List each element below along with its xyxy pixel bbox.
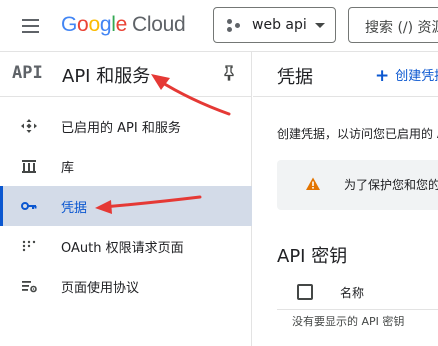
page-description: 创建凭据，以访问您已启用的 API。 [277,127,438,141]
sidebar: API API 和服务 已启用的 API 和服务 库 凭据 OAuth 权限请求… [0,52,252,346]
sidebar-item-label: 凭据 [61,201,88,216]
create-credentials-button[interactable]: + 创建凭据 [375,65,438,86]
warning-banner: 为了保护您和您的用户 [277,160,438,210]
api-keys-heading: API 密钥 [277,246,348,267]
sidebar-item-label: 库 [61,161,75,176]
search-placeholder: 搜索 (/) 资源 [365,20,438,36]
sidebar-title: API 和服务 [62,66,151,87]
project-label: web api [252,17,307,33]
caret-down-icon [315,23,325,28]
sidebar-item-credentials[interactable]: 凭据 [0,186,252,226]
sidebar-item-library[interactable]: 库 [0,146,252,186]
api-logo-icon: API [12,63,43,83]
create-credentials-label: 创建凭据 [395,69,438,84]
diamond-arrows-icon [21,119,37,133]
api-keys-empty-row: 没有要显示的 API 密钥 [277,310,438,346]
dots-grid-icon [22,240,36,252]
warning-icon [306,177,320,190]
sidebar-item-oauth-consent[interactable]: OAuth 权限请求页面 [0,226,252,266]
project-icon [226,18,242,34]
warning-text: 为了保护您和您的用户 [344,178,438,192]
logo-letter: e [115,13,128,36]
logo-letter: G [61,13,78,36]
api-keys-table-header: 名称 [277,278,438,310]
main-content: 凭据 + 创建凭据 创建凭据，以访问您已启用的 API。 为了保护您和您的用户 A… [253,52,438,346]
column-header-name[interactable]: 名称 [340,284,364,301]
library-icon [22,160,36,173]
logo-letter: o [88,13,100,36]
sidebar-header: API API 和服务 [0,52,252,97]
sidebar-item-label: 已启用的 API 和服务 [61,121,181,136]
pin-icon[interactable] [222,65,236,81]
sidebar-item-page-usage[interactable]: 页面使用协议 [0,266,252,306]
search-input[interactable]: 搜索 (/) 资源 [348,7,438,43]
select-all-checkbox[interactable] [297,284,313,300]
top-bar: Google Cloud web api 搜索 (/) 资源 [0,0,438,52]
main-header: 凭据 + 创建凭据 [253,52,438,97]
menu-icon[interactable] [19,16,43,36]
settings-list-icon [22,281,37,293]
empty-state-text: 没有要显示的 API 密钥 [292,315,405,328]
sidebar-item-enabled-apis[interactable]: 已启用的 API 和服务 [0,106,252,146]
logo-letter: o [77,13,89,36]
sidebar-item-label: 页面使用协议 [61,281,140,296]
plus-icon: + [375,66,390,86]
key-icon [21,202,37,210]
project-selector-button[interactable]: web api [213,7,336,43]
logo-letter: g [99,13,112,36]
page-title: 凭据 [277,67,313,88]
logo-suffix: Cloud [131,13,186,36]
google-cloud-logo[interactable]: Google Cloud [61,13,186,37]
app-window: Google Cloud web api 搜索 (/) 资源 API API 和服… [0,0,438,346]
sidebar-item-label: OAuth 权限请求页面 [61,241,184,256]
